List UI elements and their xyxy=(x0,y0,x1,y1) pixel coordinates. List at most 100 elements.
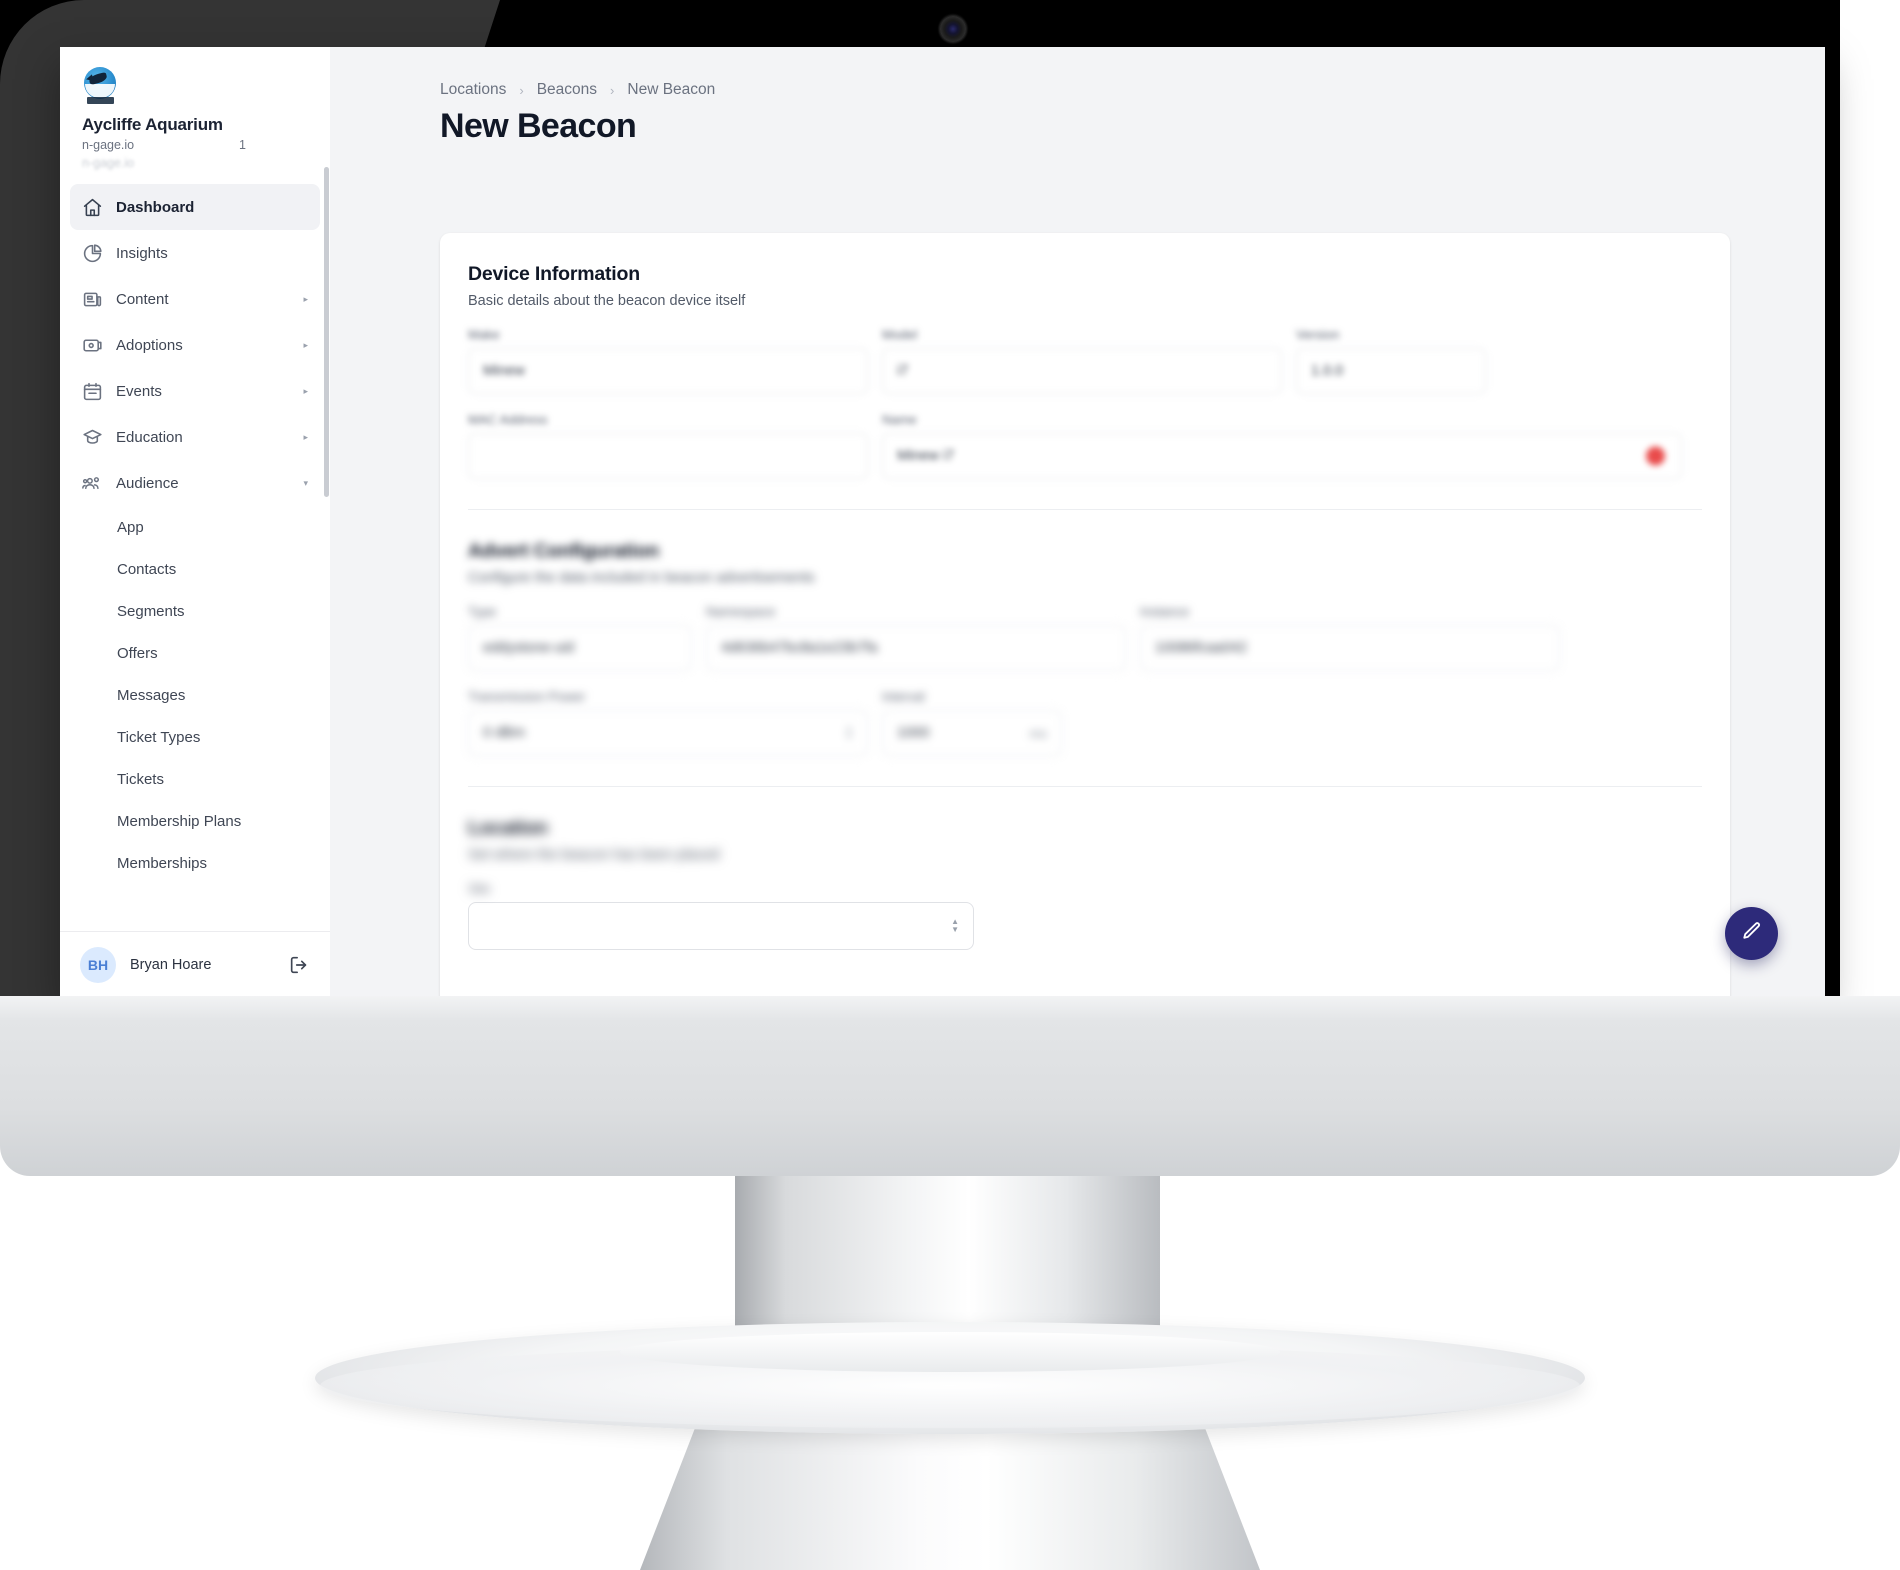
sidebar-item-memberships[interactable]: Memberships xyxy=(70,842,320,884)
mac-address-input[interactable] xyxy=(468,433,868,479)
sidebar-item-label: Content xyxy=(116,290,169,308)
field-label: Make xyxy=(468,327,500,342)
card-icon xyxy=(82,335,103,356)
aquarium-logo-icon xyxy=(82,67,120,105)
input-value: 1000 xyxy=(897,725,930,741)
people-icon xyxy=(82,473,103,494)
avatar: BH xyxy=(80,946,116,983)
sidebar-item-offers[interactable]: Offers xyxy=(70,632,320,674)
field-make: Make Minew xyxy=(468,327,868,394)
sidebar-subitem-label: Segments xyxy=(117,602,185,620)
field-version: Version 1.0.0 xyxy=(1296,327,1486,394)
sidebar-item-label: Insights xyxy=(116,244,168,262)
breadcrumb-item-beacons[interactable]: Beacons xyxy=(537,81,597,99)
field-model: Model i7 xyxy=(882,327,1282,394)
page-title: New Beacon xyxy=(440,107,637,145)
sidebar-item-label: Education xyxy=(116,428,183,446)
sidebar-item-content[interactable]: Content ▸ xyxy=(70,276,320,322)
model-input[interactable]: i7 xyxy=(882,348,1282,394)
chevron-right-icon[interactable]: ▸ xyxy=(303,386,308,397)
sidebar-item-adoptions[interactable]: Adoptions ▸ xyxy=(70,322,320,368)
sidebar-item-education[interactable]: Education ▸ xyxy=(70,414,320,460)
breadcrumb-item-new-beacon[interactable]: New Beacon xyxy=(627,81,715,99)
version-input[interactable]: 1.0.0 xyxy=(1296,348,1486,394)
sidebar-item-insights[interactable]: Insights xyxy=(70,230,320,276)
section-title: Advert Configuration xyxy=(468,540,659,562)
field-namespace: Namespace 4d636b47bc8a1e23b7fa xyxy=(706,604,1126,671)
transmission-power-input[interactable]: 0 dBm ▲ ▼ xyxy=(468,710,868,756)
brand-subtitle-row: n-gage.io 1 xyxy=(82,138,308,152)
input-value: 1.0.0 xyxy=(1311,363,1344,379)
brand-header[interactable]: Aycliffe Aquarium n-gage.io 1 n-gage.io xyxy=(60,47,330,180)
input-value: Minew i7 xyxy=(897,448,955,464)
field-site: Site ▲ ▼ xyxy=(468,881,974,950)
name-input[interactable]: Minew i7 xyxy=(882,433,1682,479)
sidebar-subitem-label: Ticket Types xyxy=(117,728,201,746)
namespace-input[interactable]: 4d636b47bc8a1e23b7fa xyxy=(706,625,1126,671)
beacon-form-card: Device Information Basic details about t… xyxy=(440,233,1730,997)
field-transmission-power: Transmission Power 0 dBm ▲ ▼ xyxy=(468,689,868,756)
brand-domain: n-gage.io xyxy=(82,138,135,153)
edit-fab-button[interactable] xyxy=(1725,907,1778,960)
sidebar-item-segments[interactable]: Segments xyxy=(70,590,320,632)
interval-unit: ms xyxy=(1029,725,1047,741)
field-label: Transmission Power xyxy=(468,689,586,704)
field-mac-address: MAC Address xyxy=(468,412,868,479)
device-fields-row-1: Make Minew Model i7 Version 1.0.0 xyxy=(440,327,1730,394)
breadcrumb-item-locations[interactable]: Locations xyxy=(440,81,506,99)
sidebar-subitem-label: Messages xyxy=(117,686,186,704)
sidebar-item-label: Adoptions xyxy=(116,336,183,354)
section-subtitle: Set where the beacon has been placed xyxy=(468,847,720,863)
sidebar-item-ticket-types[interactable]: Ticket Types xyxy=(70,716,320,758)
section-device-information: Device Information Basic details about t… xyxy=(440,233,1730,309)
input-value: i7 xyxy=(897,363,909,379)
sidebar-item-label: Events xyxy=(116,382,162,400)
sidebar-subitem-label: Memberships xyxy=(117,854,208,872)
field-label: Model xyxy=(882,327,918,342)
user-profile-bar[interactable]: BH Bryan Hoare xyxy=(60,931,330,997)
chevron-right-icon[interactable]: ▸ xyxy=(303,294,308,305)
chevron-updown-icon[interactable]: ▲ ▼ xyxy=(951,918,959,934)
pencil-icon xyxy=(1741,920,1763,947)
sidebar-item-audience[interactable]: Audience ▾ xyxy=(70,460,320,506)
input-value: 10086fcaa042 xyxy=(1155,640,1247,656)
sidebar-item-tickets[interactable]: Tickets xyxy=(70,758,320,800)
sidebar-item-label: Dashboard xyxy=(116,198,195,216)
sidebar-subitem-label: Offers xyxy=(117,644,158,662)
breadcrumb: Locations › Beacons › New Beacon xyxy=(330,47,1825,99)
sidebar-scrollbar[interactable] xyxy=(324,167,329,497)
logout-icon[interactable] xyxy=(288,954,310,976)
field-label: Version xyxy=(1296,327,1340,342)
stepper-icon[interactable]: ▲ ▼ xyxy=(845,725,853,741)
field-label: Namespace xyxy=(706,604,776,619)
chevron-right-icon[interactable]: ▸ xyxy=(303,340,308,351)
chevron-right-icon[interactable]: ▸ xyxy=(303,432,308,443)
sidebar-item-dashboard[interactable]: Dashboard xyxy=(70,184,320,231)
instance-input[interactable]: 10086fcaa042 xyxy=(1140,625,1560,671)
sidebar-item-messages[interactable]: Messages xyxy=(70,674,320,716)
sidebar-item-events[interactable]: Events ▸ xyxy=(70,368,320,414)
calendar-icon xyxy=(82,381,103,402)
main-content: Locations › Beacons › New Beacon New Bea… xyxy=(330,47,1825,997)
sidebar-subitem-label: Membership Plans xyxy=(117,812,242,830)
monitor-chin xyxy=(0,996,1900,1176)
monitor-stand-base-plate xyxy=(620,1332,1280,1372)
status-badge xyxy=(1646,446,1665,466)
interval-input[interactable]: 1000 ms xyxy=(882,710,1062,756)
input-value: eddystone-uid xyxy=(483,640,575,656)
sidebar-item-app[interactable]: App xyxy=(70,506,320,548)
sidebar-item-label: Audience xyxy=(116,474,179,492)
device-fields-row-2: MAC Address Name Minew i7 xyxy=(440,412,1730,479)
sidebar: Aycliffe Aquarium n-gage.io 1 n-gage.io … xyxy=(60,47,331,997)
site-select[interactable]: ▲ ▼ xyxy=(468,902,974,950)
sidebar-item-contacts[interactable]: Contacts xyxy=(70,548,320,590)
section-location: Location Set where the beacon has been p… xyxy=(440,787,1730,863)
advert-fields-row-1: Type eddystone-uid Namespace 4d636b47bc8… xyxy=(440,604,1730,671)
type-input[interactable]: eddystone-uid xyxy=(468,625,692,671)
sidebar-item-membership-plans[interactable]: Membership Plans xyxy=(70,800,320,842)
section-subtitle: Basic details about the beacon device it… xyxy=(468,293,746,309)
imac-monitor-mockup: Aycliffe Aquarium n-gage.io 1 n-gage.io … xyxy=(0,0,1900,1570)
make-input[interactable]: Minew xyxy=(468,348,868,394)
field-instance: Instance 10086fcaa042 xyxy=(1140,604,1560,671)
chevron-down-icon[interactable]: ▾ xyxy=(303,478,308,489)
